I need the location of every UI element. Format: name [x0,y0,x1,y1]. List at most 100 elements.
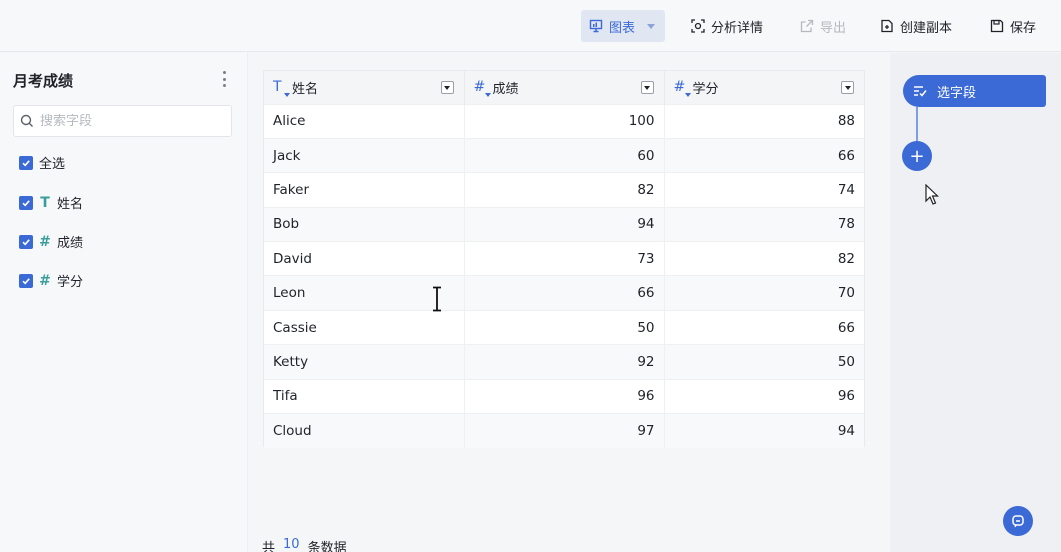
cell-score: 82 [464,172,665,208]
field-checkbox[interactable] [19,273,33,288]
field-checkbox[interactable] [19,195,33,210]
chart-button[interactable]: 图表 [581,10,665,42]
column-header-score[interactable]: # 成绩 [464,71,665,104]
column-menu-dropdown[interactable] [440,81,454,94]
create-copy-label: 创建副本 [900,20,953,36]
row-count-number: 10 [283,537,300,552]
analysis-details-button[interactable]: 分析详情 [683,10,771,42]
table-row: Faker 82 74 [264,172,864,208]
cell-score: 94 [464,206,665,242]
table-row: Alice 100 88 [264,103,864,139]
cell-name: Faker [264,172,465,208]
cell-name: Bob [264,206,465,242]
row-count-status: 共 10 条数据 [262,537,347,552]
field-list-panel: 月考成绩 全选 T 姓名 # 成绩 # 学分 [0,53,248,552]
select-all-checkbox[interactable] [19,155,33,170]
number-type-icon: # [39,272,51,289]
cell-credit: 94 [664,413,864,448]
export-button[interactable]: 导出 [792,10,854,42]
column-header-label: 姓名 [292,81,319,97]
table-row: Cassie 50 66 [264,309,864,345]
top-toolbar: 图表 分析详情 导出 创建副本 保存 [0,0,1061,52]
select-all-row[interactable]: 全选 [19,153,65,172]
check-icon [22,199,30,206]
help-chat-button[interactable] [1003,506,1033,536]
cell-credit: 78 [664,206,864,242]
field-label: 成绩 [57,236,84,251]
cell-name: Tifa [264,378,465,414]
text-cursor-icon [433,286,441,312]
select-field-label: 选字段 [937,85,977,101]
table-row: David 73 82 [264,241,864,276]
table-row: Tifa 96 96 [264,378,864,414]
search-icon [20,114,33,127]
check-icon [22,238,30,245]
select-field-step[interactable]: 选字段 [903,75,1046,107]
more-options-icon[interactable] [221,71,227,87]
save-icon [990,19,1004,33]
number-type-icon[interactable]: # [674,79,691,98]
select-field-icon [914,86,927,97]
cell-score: 96 [464,378,665,414]
field-label: 姓名 [57,197,84,212]
field-item-score[interactable]: # 成绩 [19,232,83,251]
text-type-icon[interactable]: T [273,79,290,98]
data-preview-table: T 姓名 # 成绩 # 学分 Alice 100 88 Jack 60 66 Faker 82 7… [263,70,865,448]
table-row: Cloud 97 94 [264,413,864,448]
flow-connector [916,107,918,143]
cell-credit: 74 [664,172,864,208]
cell-credit: 82 [664,241,864,276]
analysis-details-label: 分析详情 [711,20,764,36]
save-label: 保存 [1010,20,1037,36]
column-header-label: 成绩 [492,81,519,97]
table-row: Jack 60 66 [264,137,864,173]
cell-name: David [264,241,465,276]
chat-support-icon [1012,515,1024,528]
select-all-label: 全选 [39,157,66,172]
create-copy-button[interactable]: 创建副本 [872,10,960,42]
column-menu-dropdown[interactable] [841,81,854,94]
cell-credit: 50 [664,344,864,380]
cell-score: 92 [464,344,665,380]
table-row: Ketty 92 50 [264,344,864,380]
number-type-icon: # [39,233,51,250]
chart-button-label: 图表 [609,20,636,36]
save-button[interactable]: 保存 [982,10,1044,42]
cell-name: Cassie [264,309,465,345]
mouse-pointer-icon [925,184,939,205]
field-search-input[interactable] [40,113,220,129]
scan-icon [691,19,705,33]
table-row: Bob 94 78 [264,206,864,242]
check-icon [22,159,30,166]
dataset-title: 月考成绩 [13,72,74,90]
table-header-row: T 姓名 # 成绩 # 学分 [264,71,864,104]
number-type-icon[interactable]: # [474,79,491,98]
field-item-name[interactable]: T 姓名 [19,193,83,212]
cell-score: 50 [464,309,665,345]
cell-credit: 88 [664,103,864,139]
table-row: Leon 66 70 [264,275,864,311]
field-search-box [13,105,232,137]
column-header-credit[interactable]: # 学分 [664,71,864,104]
cell-score: 73 [464,241,665,276]
plus-icon: + [909,145,925,167]
add-step-button[interactable]: + [902,141,932,171]
cell-score: 97 [464,413,665,448]
cell-score: 100 [464,103,665,139]
field-label: 学分 [57,275,84,290]
field-checkbox[interactable] [19,234,33,249]
field-item-credit[interactable]: # 学分 [19,271,83,290]
cell-name: Alice [264,103,465,139]
check-icon [22,277,30,284]
cell-credit: 96 [664,378,864,414]
copy-document-icon [881,19,893,33]
chevron-down-icon [647,23,656,29]
column-header-name[interactable]: T 姓名 [264,71,465,104]
cell-credit: 66 [664,309,864,345]
cell-credit: 70 [664,275,864,311]
text-type-icon: T [40,194,50,211]
column-menu-dropdown[interactable] [640,81,654,94]
export-icon [800,19,814,33]
cell-score: 66 [464,275,665,311]
cell-name: Ketty [264,344,465,380]
